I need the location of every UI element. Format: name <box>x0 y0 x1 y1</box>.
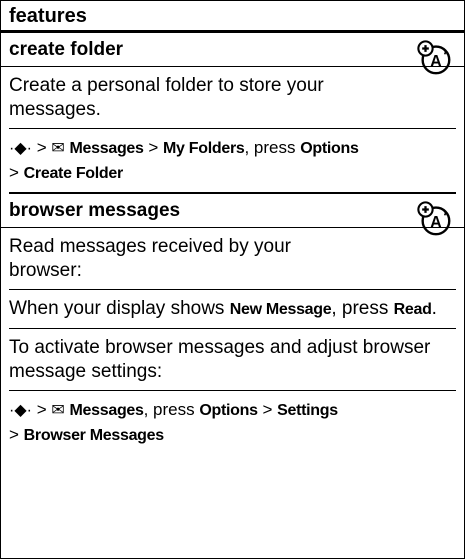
activate-text: To activate browser messages and adjust … <box>9 329 456 391</box>
feature-description: Read messages received by your browser: <box>9 228 456 290</box>
nav-key-icon: ·◆· <box>9 402 32 419</box>
svg-text:A: A <box>430 53 442 71</box>
manual-page: features create folder A Create a person… <box>0 0 465 559</box>
feature-create-folder: create folder A Create a personal folder… <box>1 33 464 194</box>
network-feature-icon: A <box>417 40 451 75</box>
instruction-text: When your display shows New Message, pre… <box>9 290 456 329</box>
menu-path: ·◆· > ✉ Messages > My Folders, press Opt… <box>9 129 456 194</box>
table-header: features <box>1 0 464 33</box>
messages-icon: ✉ <box>51 402 65 419</box>
feature-title: create folder <box>1 33 464 67</box>
messages-icon: ✉ <box>51 140 65 157</box>
menu-path: ·◆· > ✉ Messages, press Options > Settin… <box>9 400 338 444</box>
svg-text:A: A <box>430 214 442 232</box>
feature-title: browser messages <box>1 194 464 228</box>
feature-browser-messages: browser messages A Read messages receive… <box>1 194 464 454</box>
header-title: features <box>9 5 87 27</box>
feature-description: Create a personal folder to store your m… <box>9 67 456 129</box>
nav-key-icon: ·◆· <box>9 140 32 157</box>
network-feature-icon: A <box>417 201 451 236</box>
